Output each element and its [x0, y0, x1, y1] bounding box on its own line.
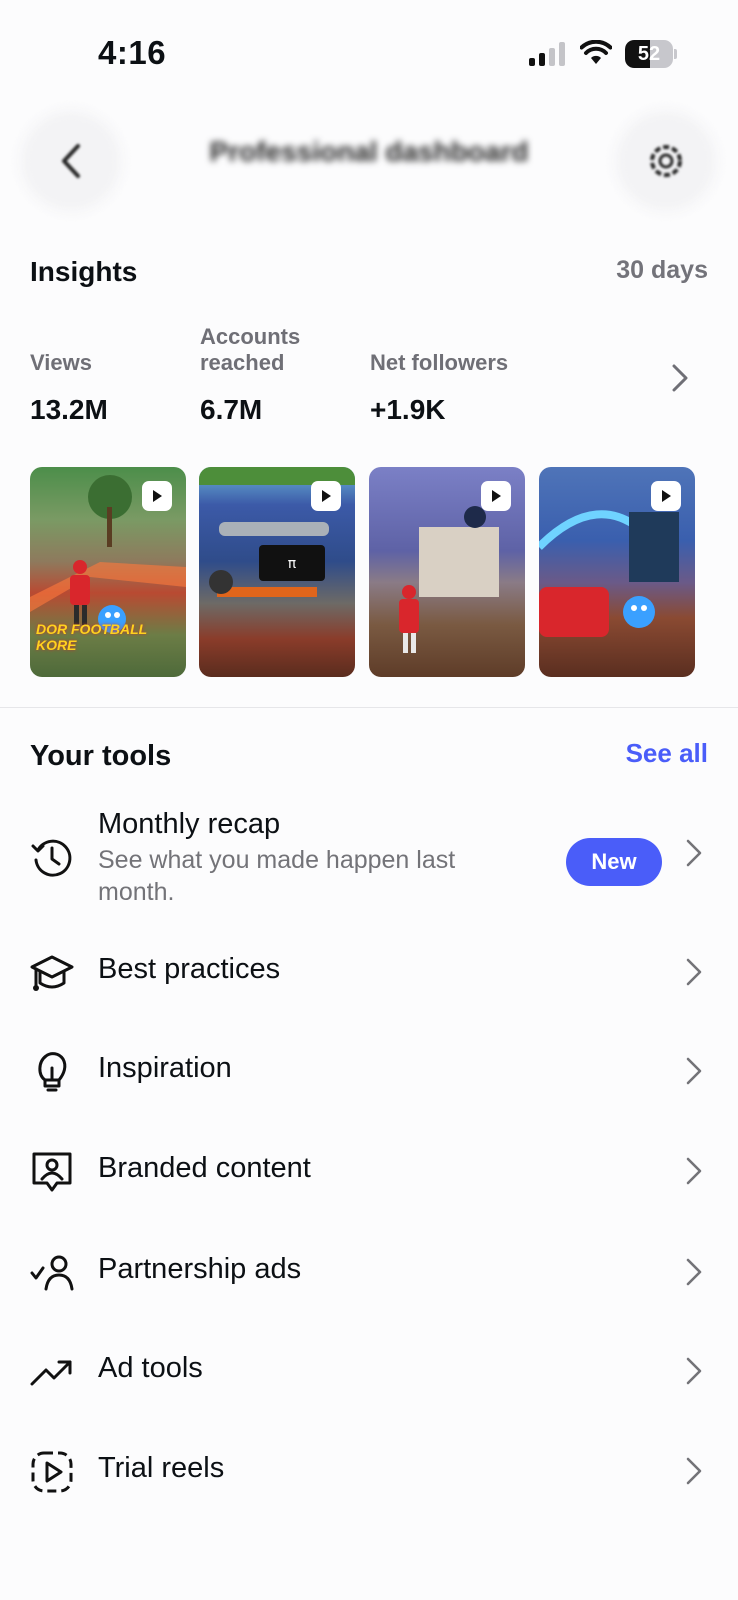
settings-button[interactable] — [625, 120, 707, 202]
tool-description: See what you made happen last month. — [98, 846, 456, 906]
reel-thumbnail[interactable] — [369, 467, 525, 677]
thumbnail-caption: DOR FOOTBALL KORE — [36, 621, 147, 653]
metric-value: 13.2M — [30, 394, 108, 425]
svg-text:π: π — [288, 556, 297, 572]
reels-badge-icon — [142, 481, 172, 511]
partnership-icon — [30, 1255, 74, 1291]
tool-inspiration[interactable]: Inspiration — [0, 1034, 738, 1114]
tool-partnership-ads[interactable]: Partnership ads — [0, 1235, 738, 1315]
tool-label: Best practices — [98, 953, 281, 985]
chevron-right-icon — [686, 1258, 702, 1286]
top-header: Professional dashboard — [0, 108, 738, 208]
chevron-right-icon — [686, 1357, 702, 1385]
chevron-right-icon — [686, 1157, 702, 1185]
status-bar: 4:16 52 — [0, 0, 738, 108]
tool-label: Inspiration — [98, 1052, 232, 1084]
trending-up-icon — [30, 1360, 72, 1386]
tool-best-practices[interactable]: Best practices — [0, 933, 738, 1013]
reels-badge-icon — [311, 481, 341, 511]
metric-label: Net followers — [370, 350, 509, 375]
reels-badge-icon — [651, 481, 681, 511]
reel-thumbnail[interactable] — [539, 467, 695, 677]
metric-label: Views — [30, 350, 92, 375]
reel-thumbnail[interactable]: DOR FOOTBALL KORE — [30, 467, 186, 677]
metric-value: +1.9K — [370, 394, 446, 425]
tool-label: Partnership ads — [98, 1253, 302, 1285]
chevron-right-icon — [686, 1457, 702, 1485]
history-icon — [31, 839, 72, 877]
section-divider — [0, 707, 738, 708]
metric-label: Accounts reached — [200, 324, 301, 375]
chevron-right-icon[interactable] — [668, 362, 692, 394]
date-range-selector[interactable]: 30 days — [616, 256, 708, 285]
tool-label: Ad tools — [98, 1352, 203, 1384]
see-all-link[interactable]: See all — [626, 738, 708, 769]
trial-reels-icon — [31, 1451, 73, 1493]
tool-label: Monthly recap — [98, 808, 281, 840]
metric-value: 6.7M — [200, 394, 263, 425]
battery-percent: 52 — [637, 43, 661, 65]
new-badge: New — [566, 838, 662, 886]
chevron-right-icon — [686, 839, 702, 867]
wifi-icon — [580, 40, 612, 64]
insights-heading: Insights — [30, 256, 138, 287]
battery-icon: 52 — [625, 40, 677, 68]
tool-trial-reels[interactable]: Trial reels — [0, 1434, 738, 1514]
tools-heading: Your tools — [30, 740, 172, 772]
tool-label: Branded content — [98, 1152, 311, 1184]
tool-branded-content[interactable]: Branded content — [0, 1134, 738, 1214]
chevron-right-icon — [686, 958, 702, 986]
metric-net-followers[interactable]: Net followers +1.9K — [370, 328, 570, 428]
chevron-right-icon — [686, 1057, 702, 1085]
gear-icon — [650, 145, 682, 177]
tool-ad-tools[interactable]: Ad tools — [0, 1334, 738, 1414]
metric-views[interactable]: Views 13.2M — [30, 328, 200, 428]
status-time: 4:16 — [98, 34, 167, 71]
metric-accounts-reached[interactable]: Accounts reached 6.7M — [200, 324, 370, 428]
cellular-signal-icon — [529, 42, 565, 66]
tool-label: Trial reels — [98, 1452, 225, 1484]
reel-thumbnail[interactable]: π — [199, 467, 355, 677]
reels-badge-icon — [481, 481, 511, 511]
graduation-cap-icon — [30, 955, 74, 991]
lightbulb-icon — [38, 1052, 67, 1092]
branded-content-icon — [32, 1152, 72, 1192]
